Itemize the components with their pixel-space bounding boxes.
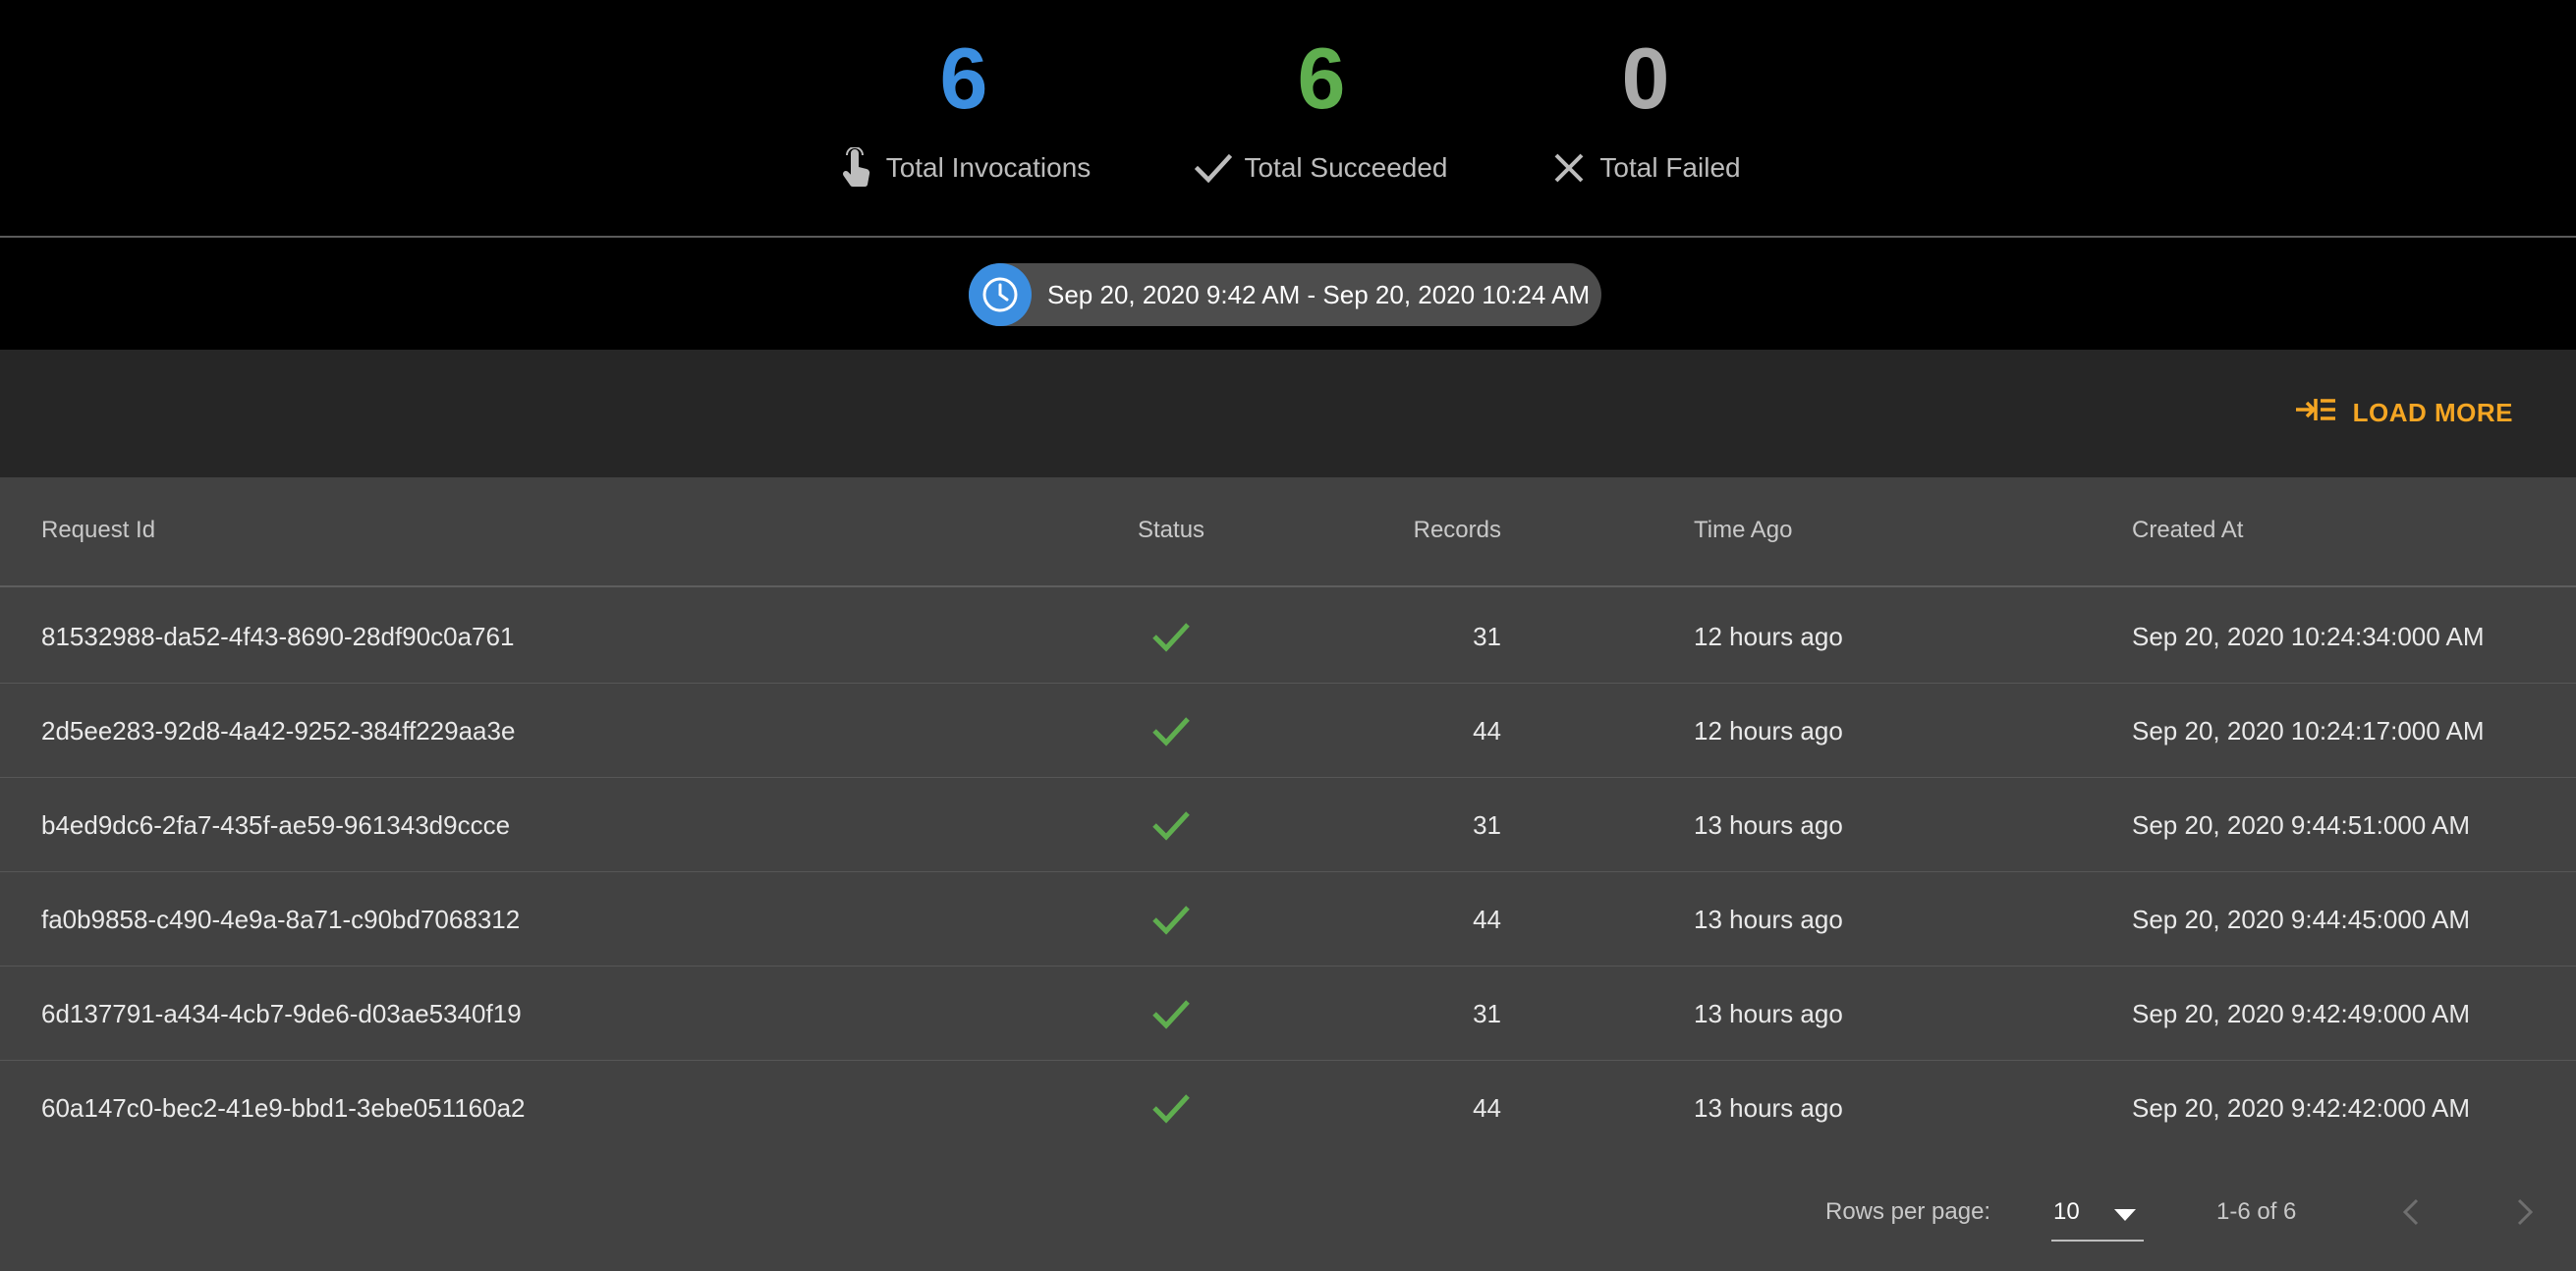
date-range-chip[interactable]: Sep 20, 2020 9:42 AM - Sep 20, 2020 10:2… [969, 263, 1601, 326]
time-ago-cell: 12 hours ago [1694, 622, 1843, 651]
created-at-cell: Sep 20, 2020 9:42:49:000 AM [2132, 999, 2471, 1028]
invocations-page: 6 Total Invocations 6 Total Succeeded 0 … [0, 0, 2576, 1271]
table-header: Request Id Status Records Time Ago Creat… [0, 477, 2576, 587]
created-at-cell: Sep 20, 2020 9:42:42:000 AM [2132, 1093, 2471, 1123]
header-request-id[interactable]: Request Id [41, 517, 155, 544]
time-ago-cell: 13 hours ago [1694, 1093, 1843, 1123]
success-check-icon [1149, 711, 1193, 750]
close-icon [1550, 147, 1588, 189]
records-cell: 44 [1473, 1093, 1501, 1123]
created-at-cell: Sep 20, 2020 10:24:34:000 AM [2132, 622, 2485, 651]
records-cell: 31 [1473, 999, 1501, 1028]
time-ago-cell: 13 hours ago [1694, 999, 1843, 1028]
rows-per-page-select[interactable]: 10 [2051, 1187, 2144, 1242]
touch-icon [837, 146, 874, 189]
pagination-range: 1-6 of 6 [2216, 1198, 2297, 1225]
table-row[interactable]: 6d137791-a434-4cb7-9de6-d03ae5340f19 31 … [0, 967, 2576, 1061]
success-check-icon [1149, 805, 1193, 845]
table-toolbar: LOAD MORE [0, 350, 2576, 477]
rows-per-page-label: Rows per page: [1825, 1198, 1991, 1225]
request-id-cell: 60a147c0-bec2-41e9-bbd1-3ebe051160a2 [41, 1093, 526, 1123]
request-id-cell: fa0b9858-c490-4e9a-8a71-c90bd7068312 [41, 905, 521, 934]
request-id-cell: 6d137791-a434-4cb7-9de6-d03ae5340f19 [41, 999, 522, 1028]
check-icon [1195, 147, 1233, 189]
time-ago-cell: 13 hours ago [1694, 905, 1843, 934]
header-time-ago[interactable]: Time Ago [1694, 517, 1793, 544]
stats-header: 6 Total Invocations 6 Total Succeeded 0 … [0, 0, 2576, 238]
load-more-icon [2294, 394, 2337, 432]
header-status[interactable]: Status [1138, 517, 1204, 544]
succeeded-label: Total Succeeded [1244, 152, 1448, 183]
success-check-icon [1149, 994, 1193, 1033]
load-more-button[interactable]: LOAD MORE [2294, 391, 2513, 434]
records-cell: 31 [1473, 810, 1501, 840]
header-created-at[interactable]: Created At [2132, 517, 2243, 544]
previous-page-button[interactable] [2387, 1187, 2435, 1238]
created-at-cell: Sep 20, 2020 10:24:17:000 AM [2132, 716, 2485, 746]
date-range-bar: Sep 20, 2020 9:42 AM - Sep 20, 2020 10:2… [0, 240, 2576, 350]
table-row[interactable]: 2d5ee283-92d8-4a42-9252-384ff229aa3e 44 … [0, 684, 2576, 778]
table-row[interactable]: 81532988-da52-4f43-8690-28df90c0a761 31 … [0, 589, 2576, 684]
clock-icon [969, 263, 1032, 326]
invocations-count: 6 [939, 29, 988, 127]
load-more-label: LOAD MORE [2352, 397, 2513, 427]
time-ago-cell: 13 hours ago [1694, 810, 1843, 840]
chevron-right-icon [2517, 1198, 2534, 1226]
success-check-icon [1149, 900, 1193, 939]
failed-label: Total Failed [1599, 152, 1741, 183]
table-pagination: Rows per page: 10 1-6 of 6 [0, 1153, 2576, 1271]
time-ago-cell: 12 hours ago [1694, 716, 1843, 746]
chevron-left-icon [2402, 1198, 2419, 1226]
next-page-button[interactable] [2501, 1187, 2548, 1238]
success-check-icon [1149, 617, 1193, 656]
caret-down-icon [2114, 1208, 2136, 1221]
created-at-cell: Sep 20, 2020 9:44:45:000 AM [2132, 905, 2471, 934]
request-id-cell: 81532988-da52-4f43-8690-28df90c0a761 [41, 622, 515, 651]
records-cell: 31 [1473, 622, 1501, 651]
requests-table: Request Id Status Records Time Ago Creat… [0, 477, 2576, 1271]
success-check-icon [1149, 1088, 1193, 1128]
header-records[interactable]: Records [1414, 517, 1501, 544]
date-range-text: Sep 20, 2020 9:42 AM - Sep 20, 2020 10:2… [1047, 279, 1591, 309]
invocations-label: Total Invocations [885, 152, 1092, 183]
request-id-cell: b4ed9dc6-2fa7-435f-ae59-961343d9ccce [41, 810, 511, 840]
failed-count: 0 [1621, 29, 1670, 127]
table-row[interactable]: b4ed9dc6-2fa7-435f-ae59-961343d9ccce 31 … [0, 778, 2576, 872]
records-cell: 44 [1473, 905, 1501, 934]
records-cell: 44 [1473, 716, 1501, 746]
succeeded-count: 6 [1297, 29, 1346, 127]
request-id-cell: 2d5ee283-92d8-4a42-9252-384ff229aa3e [41, 716, 516, 746]
table-row[interactable]: fa0b9858-c490-4e9a-8a71-c90bd7068312 44 … [0, 872, 2576, 967]
table-row[interactable]: 60a147c0-bec2-41e9-bbd1-3ebe051160a2 44 … [0, 1061, 2576, 1155]
rows-per-page-value: 10 [2053, 1198, 2080, 1225]
created-at-cell: Sep 20, 2020 9:44:51:000 AM [2132, 810, 2471, 840]
